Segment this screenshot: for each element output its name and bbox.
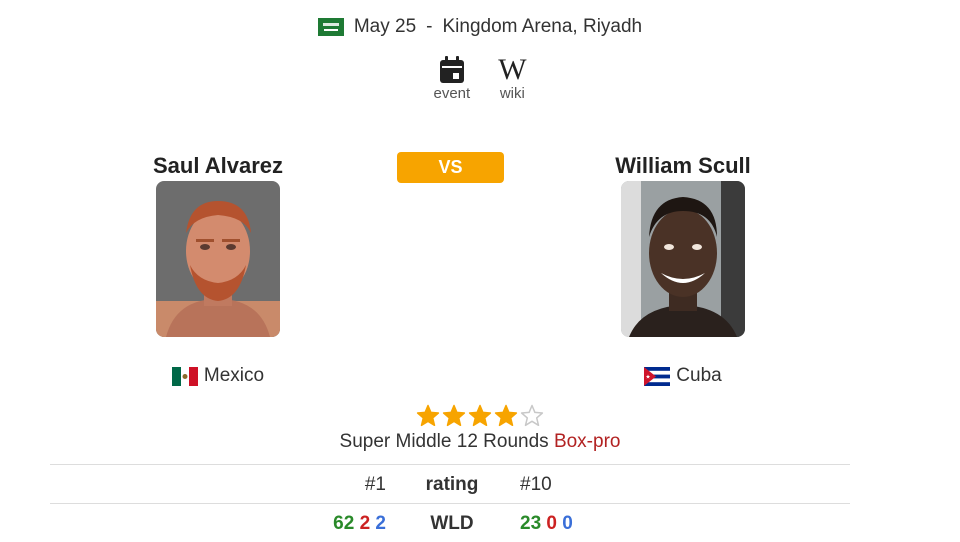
star-filled-icon[interactable] bbox=[416, 404, 440, 428]
calendar-icon bbox=[439, 55, 465, 85]
event-header: May 25 - Kingdom Arena, Riyadh bbox=[0, 16, 960, 38]
fighter-left-country: Mexico bbox=[171, 365, 265, 387]
star-filled-icon[interactable] bbox=[468, 404, 492, 428]
wikipedia-icon: W bbox=[498, 55, 526, 85]
event-link[interactable]: event bbox=[433, 55, 470, 102]
cuba-flag-icon bbox=[644, 366, 671, 386]
star-filled-icon[interactable] bbox=[494, 404, 518, 428]
rating-label: rating bbox=[425, 474, 479, 495]
right-wins: 23 bbox=[520, 513, 542, 534]
divider-top bbox=[50, 464, 850, 465]
left-wins: 62 bbox=[333, 513, 355, 534]
left-draws: 2 bbox=[375, 513, 386, 534]
event-venue: Kingdom Arena, Riyadh bbox=[442, 16, 643, 37]
bout-info: Super Middle 12 Rounds Box-pro bbox=[0, 431, 960, 453]
fighter-right-photo[interactable] bbox=[621, 181, 745, 337]
saudi-arabia-flag-icon bbox=[317, 18, 344, 36]
right-draws: 0 bbox=[562, 513, 573, 534]
wiki-glyph: W bbox=[498, 53, 527, 86]
vs-button[interactable]: VS bbox=[397, 152, 504, 183]
fighter-left-name[interactable]: Saul Alvarez bbox=[153, 152, 283, 180]
fighter-left-photo[interactable] bbox=[156, 181, 280, 337]
wiki-link[interactable]: W wiki bbox=[498, 55, 526, 103]
fighter-right-rank: #10 bbox=[520, 474, 552, 495]
bout-rounds: 12 Rounds bbox=[456, 431, 549, 452]
bout-division: Super Middle bbox=[339, 431, 452, 452]
star-empty-icon[interactable] bbox=[520, 404, 544, 428]
fighter-right-country-label: Cuba bbox=[676, 365, 722, 386]
fighter-right: William Scull Cuba bbox=[553, 152, 813, 387]
fighter-left-record: 62 2 2 bbox=[266, 513, 386, 535]
fighter-left-country-label: Mexico bbox=[203, 365, 265, 386]
right-losses: 0 bbox=[546, 513, 557, 534]
fighter-right-name[interactable]: William Scull bbox=[615, 152, 751, 180]
fighter-right-country: Cuba bbox=[644, 365, 722, 387]
event-separator: - bbox=[426, 16, 433, 37]
event-link-label: event bbox=[433, 85, 471, 102]
fighter-left: Saul Alvarez Mexico bbox=[88, 152, 348, 387]
bout-type[interactable]: Box-pro bbox=[554, 431, 621, 452]
star-rating[interactable] bbox=[0, 404, 960, 428]
event-date: May 25 bbox=[353, 16, 417, 37]
wiki-link-label: wiki bbox=[499, 85, 525, 102]
left-losses: 2 bbox=[359, 513, 371, 534]
event-links: event W wiki bbox=[0, 55, 960, 103]
wld-label: WLD bbox=[430, 513, 474, 534]
fighter-right-record: 23 0 0 bbox=[520, 513, 640, 535]
divider-bottom bbox=[50, 503, 850, 504]
mexico-flag-icon bbox=[171, 366, 198, 386]
star-filled-icon[interactable] bbox=[442, 404, 466, 428]
fighter-left-rank: #1 bbox=[364, 474, 386, 495]
